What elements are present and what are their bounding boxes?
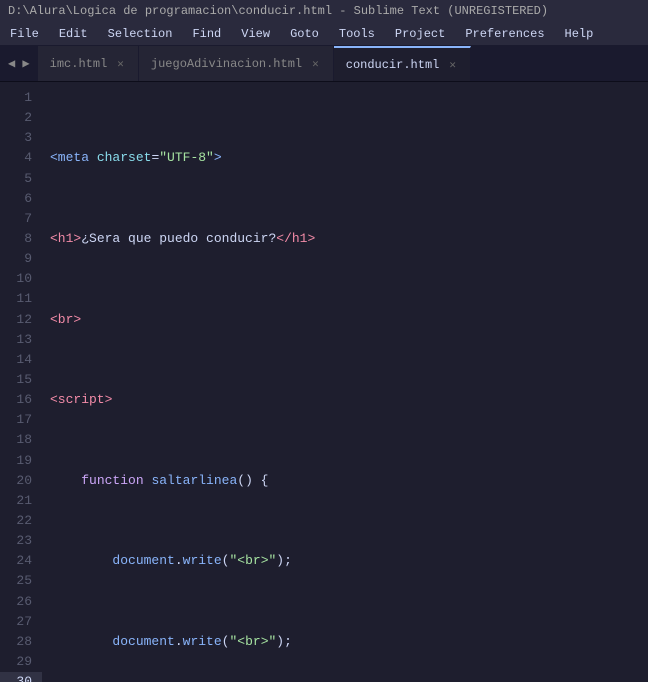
tab-conducir[interactable]: conducir.html ✕ [334,46,471,81]
ln-14: 14 [0,350,42,370]
ln-25: 25 [0,571,42,591]
ln-10: 10 [0,269,42,289]
ln-21: 21 [0,491,42,511]
code-line-3: <br> [46,310,648,330]
ln-15: 15 [0,370,42,390]
title-text: D:\Alura\Logica de programacion\conducir… [8,4,548,18]
ln-12: 12 [0,310,42,330]
tab-conducir-label: conducir.html [346,58,440,72]
title-bar: D:\Alura\Logica de programacion\conducir… [0,0,648,22]
ln-1: 1 [0,88,42,108]
menu-selection[interactable]: Selection [98,22,183,45]
code-line-2: <h1>¿Sera que puedo conducir?</h1> [46,229,648,249]
menu-edit[interactable]: Edit [49,22,98,45]
code-line-7: document.write("<br>"); [46,632,648,652]
ln-28: 28 [0,632,42,652]
ln-20: 20 [0,471,42,491]
ln-22: 22 [0,511,42,531]
menu-find[interactable]: Find [182,22,231,45]
ln-18: 18 [0,430,42,450]
ln-9: 9 [0,249,42,269]
tab-imc-close[interactable]: ✕ [115,56,126,72]
ln-11: 11 [0,289,42,309]
ln-17: 17 [0,410,42,430]
code-content[interactable]: <meta charset="UTF-8"> <h1>¿Sera que pue… [42,82,648,682]
code-line-1: <meta charset="UTF-8"> [46,148,648,168]
ln-26: 26 [0,592,42,612]
ln-8: 8 [0,229,42,249]
editor: 1 2 3 4 5 6 7 8 9 10 11 12 13 14 15 16 1… [0,82,648,682]
tab-imc[interactable]: imc.html ✕ [38,46,139,81]
menu-project[interactable]: Project [385,22,455,45]
tab-imc-label: imc.html [50,57,108,71]
ln-16: 16 [0,390,42,410]
code-line-6: document.write("<br>"); [46,551,648,571]
ln-7: 7 [0,209,42,229]
menu-tools[interactable]: Tools [329,22,385,45]
menu-bar: File Edit Selection Find View Goto Tools… [0,22,648,46]
ln-5: 5 [0,169,42,189]
ln-29: 29 [0,652,42,672]
tab-juego-close[interactable]: ✕ [310,56,321,72]
menu-file[interactable]: File [0,22,49,45]
tab-bar: ◀ ▶ imc.html ✕ juegoAdivinacion.html ✕ c… [0,46,648,82]
ln-13: 13 [0,330,42,350]
ln-19: 19 [0,451,42,471]
ln-27: 27 [0,612,42,632]
nav-prev[interactable]: ◀ ▶ [0,46,38,81]
menu-goto[interactable]: Goto [280,22,329,45]
ln-30: 30 [0,672,42,682]
menu-help[interactable]: Help [555,22,604,45]
tab-conducir-close[interactable]: ✕ [447,57,458,73]
line-numbers: 1 2 3 4 5 6 7 8 9 10 11 12 13 14 15 16 1… [0,82,42,682]
code-line-4: <script> [46,390,648,410]
tab-juego-label: juegoAdivinacion.html [151,57,302,71]
ln-4: 4 [0,148,42,168]
ln-6: 6 [0,189,42,209]
menu-preferences[interactable]: Preferences [455,22,554,45]
ln-3: 3 [0,128,42,148]
menu-view[interactable]: View [231,22,280,45]
ln-2: 2 [0,108,42,128]
ln-23: 23 [0,531,42,551]
ln-24: 24 [0,551,42,571]
code-line-5: function saltarlinea() { [46,471,648,491]
tab-juego[interactable]: juegoAdivinacion.html ✕ [139,46,334,81]
